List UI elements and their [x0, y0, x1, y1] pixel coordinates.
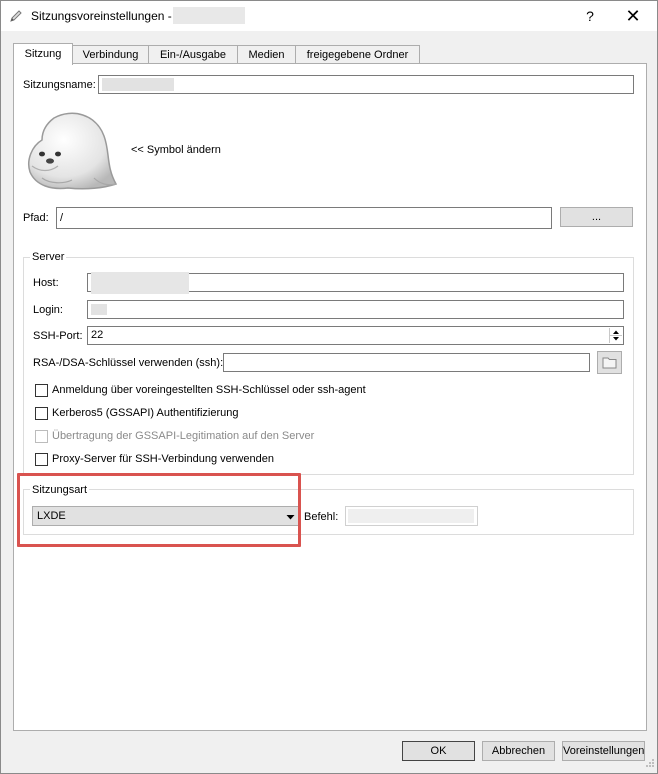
command-label: Befehl:	[304, 511, 339, 523]
ssh-port-label: SSH-Port:	[33, 330, 83, 342]
redacted-command	[348, 509, 474, 523]
path-label: Pfad:	[23, 212, 49, 224]
command-input[interactable]	[345, 506, 478, 526]
gssapi-delegation-checkbox	[35, 430, 48, 443]
session-icon-button[interactable]	[24, 106, 120, 194]
resize-grip-icon[interactable]	[645, 758, 655, 771]
dialog-window: Sitzungsvoreinstellungen - ? ✕ Sitzung V…	[0, 0, 658, 774]
session-tab-panel: Sitzungsname: << Symbol ändern Pfad: / .…	[13, 63, 647, 731]
spin-buttons[interactable]	[609, 328, 622, 343]
session-name-label: Sitzungsname:	[23, 79, 96, 91]
ssh-proxy-label: Proxy-Server für SSH-Verbindung verwende…	[52, 453, 274, 465]
session-name-input[interactable]	[98, 75, 634, 94]
pencil-icon	[9, 9, 23, 23]
ssh-port-value: 22	[91, 329, 104, 341]
cancel-button[interactable]: Abbrechen	[482, 741, 555, 761]
redacted-title-part	[173, 7, 245, 24]
ssh-proxy-checkbox[interactable]	[35, 453, 48, 466]
tab-freigegebene-ordner[interactable]: freigegebene Ordner	[295, 45, 420, 64]
tab-medien[interactable]: Medien	[237, 45, 296, 64]
ssh-agent-checkbox[interactable]	[35, 384, 48, 397]
folder-icon	[602, 357, 617, 369]
change-icon-label[interactable]: << Symbol ändern	[131, 144, 221, 156]
host-input[interactable]	[87, 272, 624, 294]
rsa-key-browse-button[interactable]	[597, 351, 622, 374]
redacted-session-name	[102, 78, 174, 91]
path-input[interactable]: /	[56, 207, 552, 229]
highlight-frame	[17, 473, 301, 547]
redacted-login	[91, 304, 107, 315]
redacted-host	[91, 272, 189, 294]
ssh-agent-label: Anmeldung über voreingestellten SSH-Schl…	[52, 384, 366, 396]
browse-path-button[interactable]: ...	[560, 207, 633, 227]
seal-icon	[28, 112, 118, 190]
ok-button[interactable]: OK	[402, 741, 475, 761]
login-label: Login:	[33, 304, 63, 316]
spin-arrows-icon	[610, 330, 622, 341]
login-input[interactable]	[87, 300, 624, 319]
ssh-port-spinbox[interactable]: 22	[87, 326, 624, 345]
window-title: Sitzungsvoreinstellungen -	[31, 9, 172, 23]
help-button[interactable]: ?	[579, 5, 601, 27]
kerberos-label: Kerberos5 (GSSAPI) Authentifizierung	[52, 407, 239, 419]
close-button[interactable]: ✕	[619, 5, 647, 27]
title-bar[interactable]: Sitzungsvoreinstellungen - ? ✕	[1, 1, 657, 31]
host-label: Host:	[33, 277, 59, 289]
server-group-title: Server	[30, 251, 67, 263]
rsa-key-input[interactable]	[223, 353, 590, 372]
tab-verbindung[interactable]: Verbindung	[72, 45, 149, 64]
gssapi-delegation-label: Übertragung der GSSAPI-Legitimation auf …	[52, 430, 315, 442]
tab-ein-ausgabe[interactable]: Ein-/Ausgabe	[148, 45, 238, 64]
tab-sitzung[interactable]: Sitzung	[13, 43, 73, 65]
rsa-key-label: RSA-/DSA-Schlüssel verwenden (ssh):	[33, 357, 224, 369]
kerberos-checkbox[interactable]	[35, 407, 48, 420]
defaults-button[interactable]: Voreinstellungen	[562, 741, 645, 761]
